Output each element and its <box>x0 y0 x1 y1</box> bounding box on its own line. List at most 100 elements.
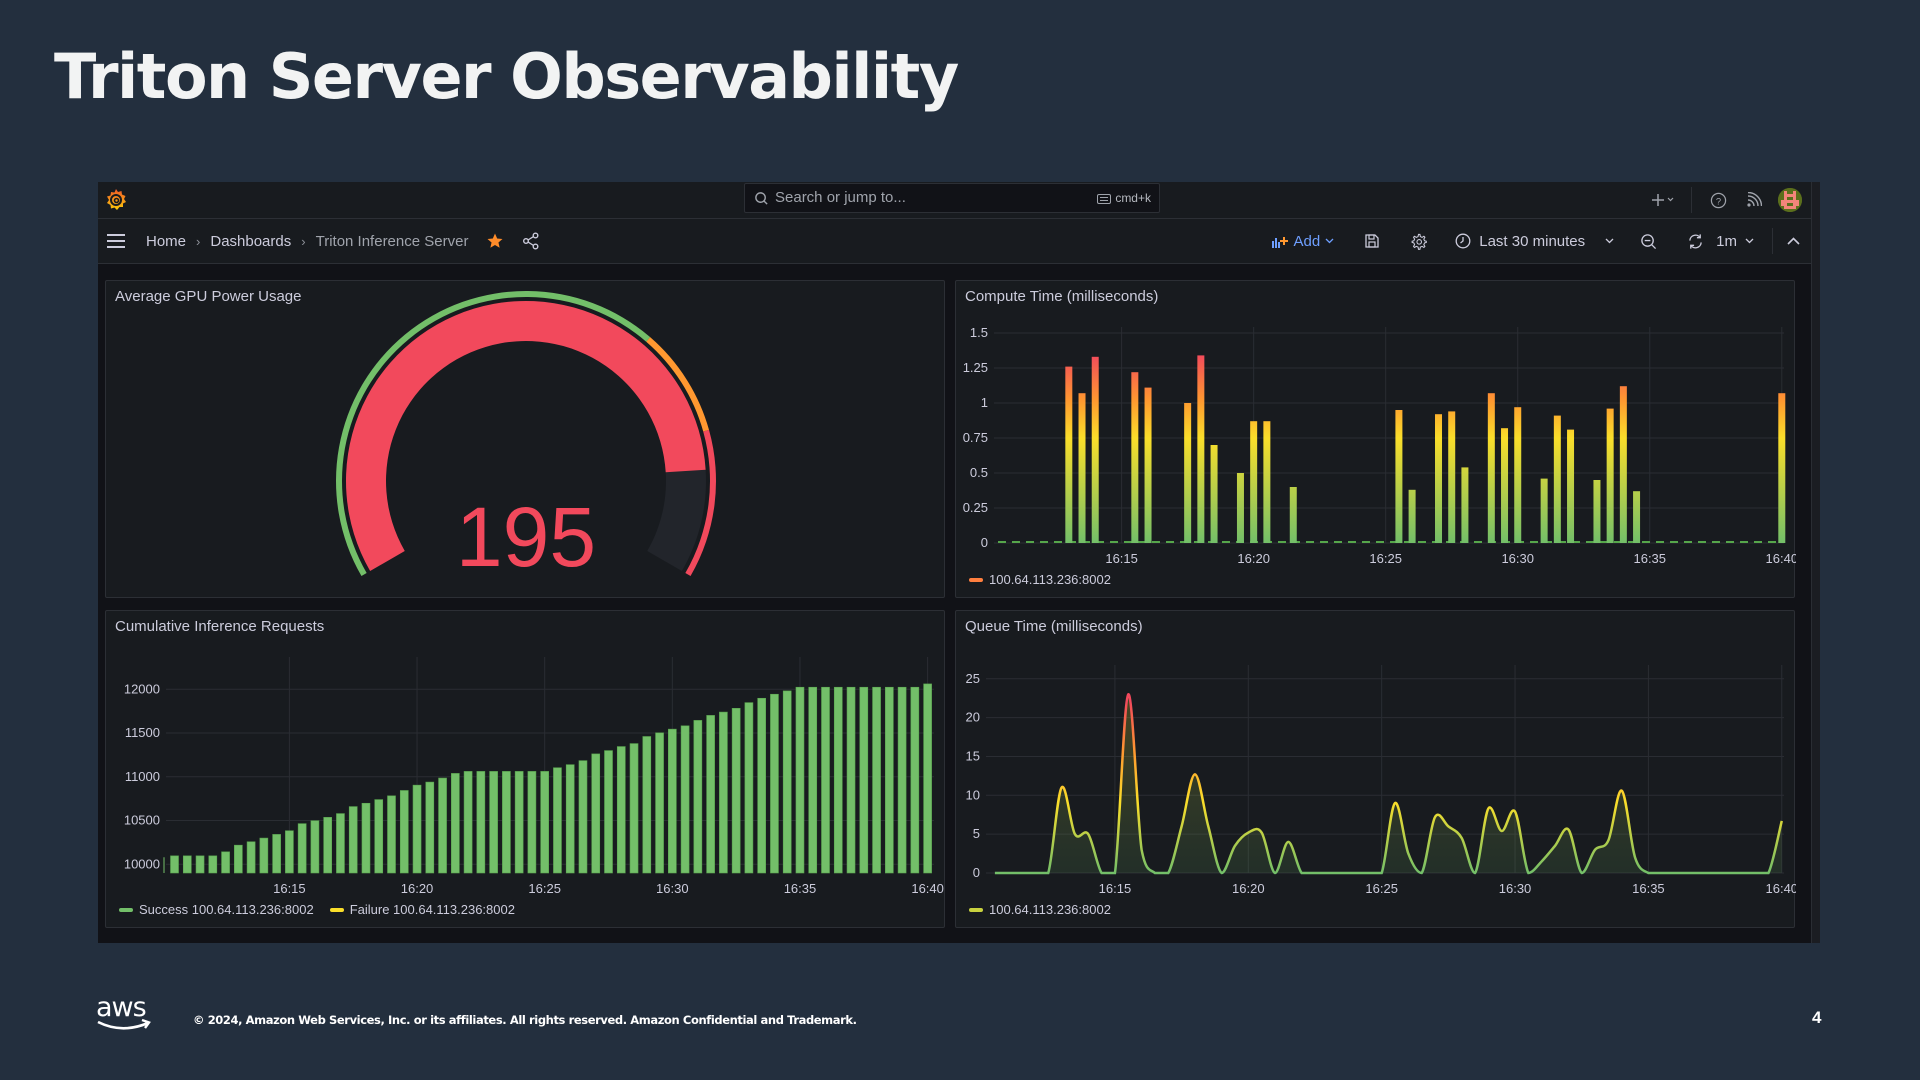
legend-item[interactable]: 100.64.113.236:8002 <box>989 572 1111 587</box>
share-icon[interactable] <box>522 232 540 250</box>
collapse-chevron-up-icon[interactable] <box>1787 237 1800 245</box>
chevron-right-icon: › <box>301 233 306 249</box>
bar <box>1144 387 1152 543</box>
bar <box>1461 467 1469 543</box>
bar <box>476 771 486 874</box>
bar <box>1619 386 1627 543</box>
breadcrumb-dashboards[interactable]: Dashboards <box>210 233 291 250</box>
rss-icon[interactable] <box>1736 182 1772 218</box>
y-tick-label: 10 <box>966 787 980 802</box>
clock-icon <box>1455 233 1471 249</box>
search-shortcut: cmd+k <box>1115 191 1151 205</box>
refresh-icon[interactable] <box>1687 233 1704 250</box>
bar <box>399 790 409 874</box>
legend-item[interactable]: Success 100.64.113.236:8002 <box>139 902 314 917</box>
x-tick-label: 16:35 <box>1633 551 1666 566</box>
bar <box>846 686 856 874</box>
new-button[interactable] <box>1643 182 1683 218</box>
copyright-footer: © 2024, Amazon Web Services, Inc. or its… <box>193 1013 857 1027</box>
legend-item[interactable]: Failure 100.64.113.236:8002 <box>350 902 515 917</box>
bar <box>1197 355 1205 543</box>
bar <box>348 806 358 874</box>
bar <box>259 837 269 874</box>
legend-item[interactable]: 100.64.113.236:8002 <box>989 902 1111 917</box>
x-tick-label: 16:25 <box>1369 551 1402 566</box>
bar <box>323 817 332 874</box>
chevron-down-icon <box>1605 238 1614 244</box>
aws-logo-text: aws <box>96 994 146 1023</box>
legend-swatch <box>329 907 344 912</box>
bar <box>1435 414 1443 543</box>
panel-cumulative-requests[interactable]: Cumulative Inference Requests 10000 10500… <box>105 610 945 928</box>
avatar[interactable] <box>1778 188 1802 212</box>
bar <box>1078 393 1086 543</box>
bar <box>540 771 549 874</box>
y-tick-label: 0.75 <box>963 430 988 445</box>
bar <box>1236 473 1244 543</box>
bar <box>412 784 422 874</box>
bar <box>616 746 626 874</box>
bar <box>872 686 881 874</box>
grafana-logo-icon[interactable] <box>104 188 128 212</box>
x-tick-label: 16:40 <box>1766 881 1796 896</box>
star-icon[interactable] <box>486 232 504 250</box>
page-number: 4 <box>1812 1008 1822 1027</box>
bar <box>1448 411 1456 543</box>
search-input[interactable]: Search or jump to... cmd+k <box>744 183 1160 213</box>
y-tick-label: 1.5 <box>970 325 988 340</box>
gauge-value: 195 <box>456 490 596 584</box>
x-tick-label: 16:40 <box>1766 551 1796 566</box>
chart-legend: Success 100.64.113.236:8002 Failure 100.… <box>119 902 515 917</box>
x-tick-label: 16:20 <box>401 881 434 896</box>
bar <box>578 760 588 874</box>
bar <box>1289 487 1297 543</box>
x-tick-label: 16:20 <box>1237 551 1270 566</box>
chart-legend: 100.64.113.236:8002 <box>969 572 1111 587</box>
panel-compute-time[interactable]: Compute Time (milliseconds) 0 0.25 0.5 0.75… <box>955 280 1796 598</box>
series-area <box>994 694 1782 873</box>
scrollbar[interactable] <box>1811 182 1820 943</box>
divider <box>1691 187 1692 213</box>
bar <box>489 771 498 874</box>
topbar-actions: ? <box>1643 182 1802 218</box>
y-tick-label: 11500 <box>125 725 160 740</box>
y-tick-label: 0.5 <box>970 465 988 480</box>
bar <box>565 764 575 874</box>
panel-gpu-power[interactable]: Average GPU Power Usage 195 <box>105 280 945 598</box>
legend-swatch <box>119 907 133 912</box>
bar <box>731 708 741 874</box>
refresh-interval-picker[interactable]: 1m <box>1716 233 1754 250</box>
slide-title: Triton Server Observability <box>54 40 959 113</box>
bar <box>1593 480 1601 543</box>
zoom-out-icon[interactable] <box>1640 233 1657 250</box>
bar <box>221 851 230 874</box>
bar <box>833 686 843 874</box>
bar <box>706 715 715 874</box>
breadcrumb-home[interactable]: Home <box>146 233 186 250</box>
help-icon[interactable]: ? <box>1700 182 1736 218</box>
y-tick-label: 11000 <box>125 769 160 784</box>
bar <box>310 820 320 874</box>
x-tick-label: 16:30 <box>1499 881 1532 896</box>
add-button[interactable]: Add <box>1271 233 1335 250</box>
settings-gear-icon[interactable] <box>1410 233 1428 250</box>
chart-legend: 100.64.113.236:8002 <box>969 902 1111 917</box>
bar <box>246 841 256 874</box>
aws-logo: aws <box>94 992 156 1041</box>
menu-icon[interactable] <box>106 231 126 251</box>
panel-queue-time[interactable]: Queue Time (milliseconds) 0 5 10 15 20 25 16:1… <box>955 610 1796 928</box>
dashboard-navbar: Home › Dashboards › Triton Inference Ser… <box>98 219 1812 264</box>
bar <box>1250 421 1258 543</box>
bar <box>1487 393 1495 543</box>
bar <box>527 771 537 874</box>
x-tick-label: 16:30 <box>656 881 689 896</box>
add-panel-icon <box>1271 237 1288 248</box>
bar <box>795 686 805 874</box>
save-icon[interactable] <box>1364 233 1380 249</box>
x-tick-label: 16:15 <box>1105 551 1138 566</box>
bar <box>361 802 371 874</box>
dashboard-toolbar: Add Last 30 minutes 1m <box>1271 219 1800 263</box>
refresh-interval-label: 1m <box>1716 232 1737 250</box>
x-tick-label: 16:35 <box>784 881 817 896</box>
time-range-picker[interactable]: Last 30 minutes <box>1455 233 1614 250</box>
